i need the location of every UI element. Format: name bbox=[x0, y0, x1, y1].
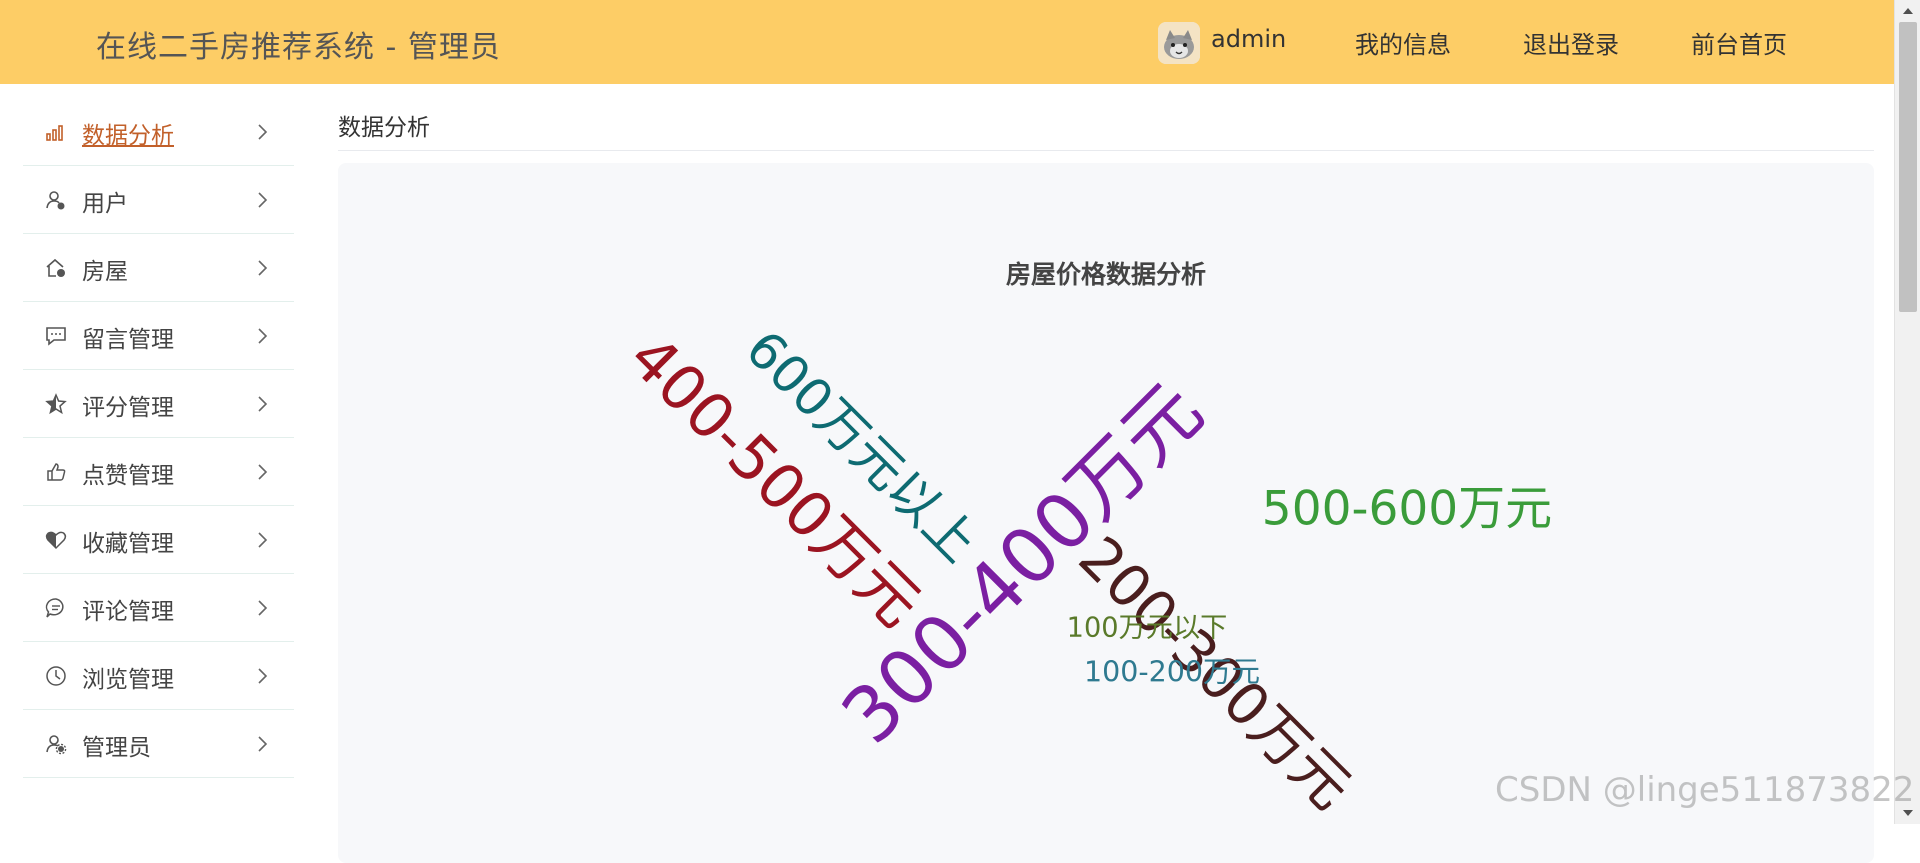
chevron-right-icon bbox=[252, 122, 272, 142]
admin-user-icon bbox=[45, 733, 67, 755]
bar-chart-icon bbox=[45, 121, 67, 143]
thumbs-up-icon bbox=[45, 461, 67, 483]
sidebar-item-data-analysis[interactable]: 数据分析 bbox=[23, 98, 294, 166]
breadcrumb: 数据分析 bbox=[338, 115, 430, 141]
message-icon bbox=[45, 325, 67, 347]
chart-panel: 房屋价格数据分析 300-400万元 400-500万元 200-300万元 600万… bbox=[338, 163, 1874, 863]
my-info-link[interactable]: 我的信息 bbox=[1355, 25, 1451, 60]
username-label[interactable]: admin bbox=[1211, 25, 1286, 53]
sidebar-item-label: 房屋 bbox=[82, 259, 128, 285]
frontend-home-link[interactable]: 前台首页 bbox=[1691, 25, 1787, 60]
page-scrollbar[interactable] bbox=[1894, 0, 1920, 824]
top-header: 在线二手房推荐系统 - 管理员 admin 我的信息 退出登录 前台首页 bbox=[0, 0, 1894, 84]
sidebar-item-label: 管理员 bbox=[82, 735, 151, 761]
sidebar-item-houses[interactable]: 房屋 bbox=[23, 234, 294, 302]
sidebar-item-browsing[interactable]: 浏览管理 bbox=[23, 642, 294, 710]
house-icon bbox=[45, 257, 67, 279]
sidebar-item-label: 留言管理 bbox=[82, 327, 174, 353]
sidebar-item-label: 收藏管理 bbox=[82, 531, 174, 557]
chevron-right-icon bbox=[252, 530, 272, 550]
word-cloud-word: 100-200万元 bbox=[1084, 656, 1260, 689]
chevron-right-icon bbox=[252, 394, 272, 414]
cat-avatar-icon bbox=[1158, 22, 1200, 64]
chevron-right-icon bbox=[252, 598, 272, 618]
heart-icon bbox=[45, 529, 67, 551]
comment-icon bbox=[45, 597, 67, 619]
scroll-down-icon[interactable] bbox=[1903, 810, 1913, 816]
chevron-right-icon bbox=[252, 190, 272, 210]
watermark: CSDN @linge511873822 bbox=[1495, 770, 1915, 810]
sidebar-item-label: 评论管理 bbox=[82, 599, 174, 625]
sidebar-nav: 数据分析 用户 房屋 留言管理 评分管理 点赞管理 收藏管理 评论管理 浏览管理… bbox=[23, 98, 294, 778]
scroll-up-icon[interactable] bbox=[1903, 8, 1913, 14]
clock-icon bbox=[45, 665, 67, 687]
logout-link[interactable]: 退出登录 bbox=[1523, 25, 1619, 60]
sidebar-item-label: 数据分析 bbox=[82, 123, 174, 149]
sidebar-item-admins[interactable]: 管理员 bbox=[23, 710, 294, 778]
sidebar-item-users[interactable]: 用户 bbox=[23, 166, 294, 234]
sidebar-item-label: 用户 bbox=[82, 191, 128, 217]
sidebar-item-messages[interactable]: 留言管理 bbox=[23, 302, 294, 370]
user-icon bbox=[45, 189, 67, 211]
sidebar-item-label: 评分管理 bbox=[82, 395, 174, 421]
sidebar-item-label: 浏览管理 bbox=[82, 667, 174, 693]
chevron-right-icon bbox=[252, 666, 272, 686]
word-cloud-word: 100万元以下 bbox=[1067, 613, 1228, 644]
star-icon bbox=[45, 393, 67, 415]
sidebar-item-ratings[interactable]: 评分管理 bbox=[23, 370, 294, 438]
scrollbar-thumb[interactable] bbox=[1899, 22, 1917, 312]
chevron-right-icon bbox=[252, 326, 272, 346]
sidebar-item-favorites[interactable]: 收藏管理 bbox=[23, 506, 294, 574]
price-word-cloud: 300-400万元400-500万元200-300万元600万元以上 500-60… bbox=[615, 320, 1552, 822]
chevron-right-icon bbox=[252, 734, 272, 754]
chevron-right-icon bbox=[252, 462, 272, 482]
sidebar-item-likes[interactable]: 点赞管理 bbox=[23, 438, 294, 506]
sidebar-item-comments[interactable]: 评论管理 bbox=[23, 574, 294, 642]
sidebar-item-label: 点赞管理 bbox=[82, 463, 174, 489]
avatar[interactable] bbox=[1158, 22, 1200, 64]
breadcrumb-divider bbox=[338, 150, 1874, 151]
word-cloud-word: 500-600万元 bbox=[1262, 482, 1552, 537]
chevron-right-icon bbox=[252, 258, 272, 278]
app-title: 在线二手房推荐系统 - 管理员 bbox=[96, 30, 501, 65]
